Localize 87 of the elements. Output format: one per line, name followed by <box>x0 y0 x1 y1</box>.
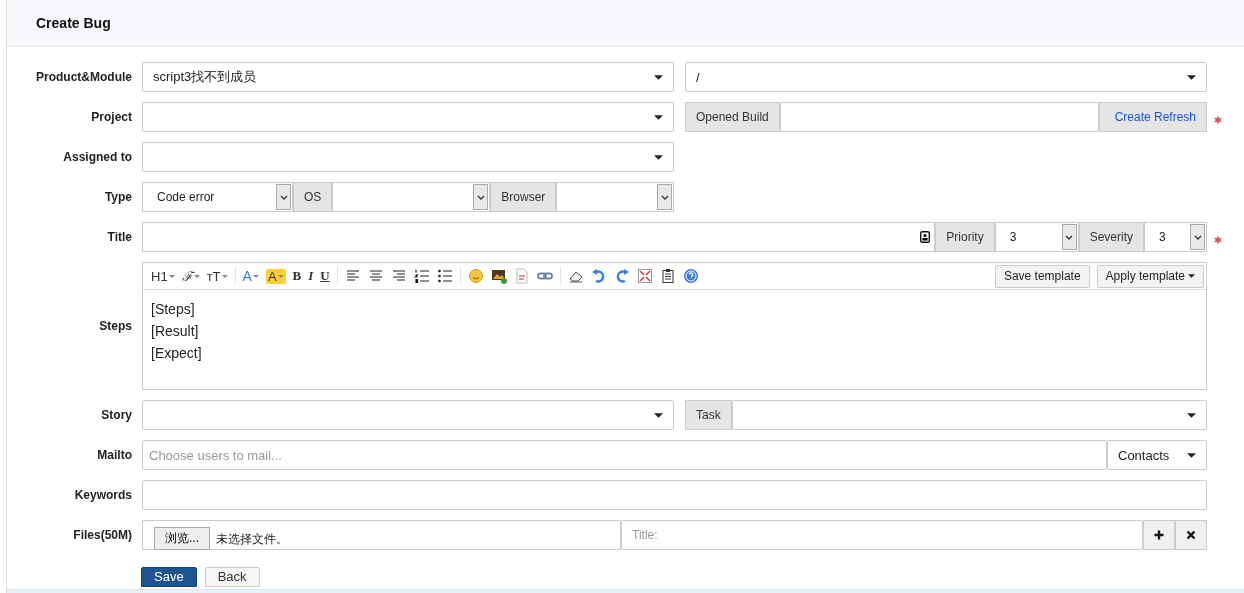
field-label: Project <box>90 110 133 124</box>
paste-icon[interactable] <box>659 268 676 284</box>
emoji-icon[interactable] <box>467 268 484 284</box>
editor-text-line: [Expect] <box>151 344 203 363</box>
file-title-field[interactable]: Title: <box>621 520 1143 550</box>
keywords-field[interactable] <box>142 480 1207 510</box>
plus-icon <box>1154 530 1164 540</box>
ordered-list-icon[interactable] <box>413 268 430 284</box>
input-addon: Browser <box>490 182 557 212</box>
caret-icon <box>193 274 200 278</box>
caret-icon <box>221 274 228 278</box>
italic-tool[interactable]: I <box>308 268 314 284</box>
product-select[interactable]: script3找不到成员 <box>142 62 674 92</box>
caret-icon <box>654 154 663 160</box>
mailto-field[interactable]: Choose users to mail... <box>142 440 1107 470</box>
browse-button[interactable]: 浏览... <box>154 527 210 550</box>
save-button[interactable]: Save <box>141 567 197 587</box>
caret-icon <box>1187 452 1196 458</box>
apply-template-button[interactable]: Apply template <box>1096 264 1204 288</box>
heading-tool[interactable]: H1 <box>151 268 175 284</box>
field-label: Keywords <box>73 488 133 502</box>
type-select[interactable]: Code error <box>142 182 293 212</box>
color-tool[interactable]: A <box>242 268 259 284</box>
save-template-button[interactable]: Save template <box>994 264 1090 288</box>
project-select[interactable] <box>142 102 674 132</box>
caret-icon <box>1188 274 1195 278</box>
field-label: Title <box>106 230 133 244</box>
field-label: Mailto <box>96 448 133 462</box>
size-tool[interactable]: ᴛT <box>206 268 228 284</box>
field-label: Story <box>100 408 133 422</box>
caret-icon <box>654 114 663 120</box>
input-addon: Opened Build <box>685 102 780 132</box>
field-label: Type <box>103 190 133 204</box>
caret-icon <box>1187 412 1196 418</box>
field-label: Steps <box>98 319 133 333</box>
input-addon: Priority <box>935 222 995 252</box>
help-icon[interactable] <box>682 268 699 284</box>
caret-icon <box>252 274 259 278</box>
page-title: Create Bug <box>36 15 111 31</box>
add-button[interactable] <box>1143 520 1175 550</box>
align-center-icon[interactable] <box>367 268 384 284</box>
align-left-icon[interactable] <box>344 268 361 284</box>
field-label: Product&Module <box>35 70 133 84</box>
chevron-icon <box>1190 224 1205 250</box>
assignee-select[interactable] <box>142 142 674 172</box>
contacts-select[interactable]: Contacts <box>1107 440 1207 470</box>
highlight-tool[interactable]: A <box>265 268 286 284</box>
title-field[interactable] <box>142 222 936 252</box>
os-select[interactable] <box>332 182 491 212</box>
align-right-icon[interactable] <box>390 268 407 284</box>
editor-text-line: [Steps] <box>151 300 196 319</box>
bold-tool[interactable]: B <box>292 268 302 284</box>
contact-card-icon <box>920 231 931 243</box>
back-button[interactable]: Back <box>204 567 260 587</box>
code-icon[interactable] <box>513 268 530 284</box>
close-icon <box>1186 530 1196 540</box>
module-select[interactable]: / <box>685 62 1207 92</box>
caret-icon <box>654 412 663 418</box>
fullscreen-icon[interactable] <box>636 268 653 284</box>
caret-icon <box>277 274 284 278</box>
caret-icon <box>168 274 175 278</box>
caret-icon <box>1187 74 1196 80</box>
chevron-icon <box>1061 224 1077 250</box>
unordered-list-icon[interactable] <box>436 268 453 284</box>
input-addon: Severity <box>1078 222 1144 252</box>
caret-icon <box>654 74 663 80</box>
input-addon: Task <box>685 400 732 430</box>
browser-select[interactable] <box>556 182 674 212</box>
remove-button[interactable] <box>1175 520 1207 550</box>
chevron-icon <box>657 184 672 210</box>
editor-text-line: [Result] <box>151 322 200 341</box>
create-refresh-link[interactable]: Create Refresh <box>1098 102 1207 132</box>
severity-select[interactable]: 3 <box>1144 222 1207 252</box>
input-addon: OS <box>293 182 333 212</box>
undo-icon[interactable] <box>590 268 607 284</box>
file-status: 未选择文件。 <box>216 530 288 548</box>
chevron-icon <box>276 184 291 210</box>
field-label: Assigned to <box>62 150 133 164</box>
priority-select[interactable]: 3 <box>994 222 1079 252</box>
build-field[interactable] <box>779 102 1099 132</box>
font-tool[interactable]: ℱ <box>181 267 200 285</box>
field-label: Files(50M) <box>72 528 133 542</box>
underline-tool[interactable]: U <box>320 268 330 284</box>
image-icon[interactable] <box>490 268 507 284</box>
chevron-icon <box>473 184 489 210</box>
task-select[interactable] <box>731 400 1207 430</box>
story-select[interactable] <box>142 400 674 430</box>
